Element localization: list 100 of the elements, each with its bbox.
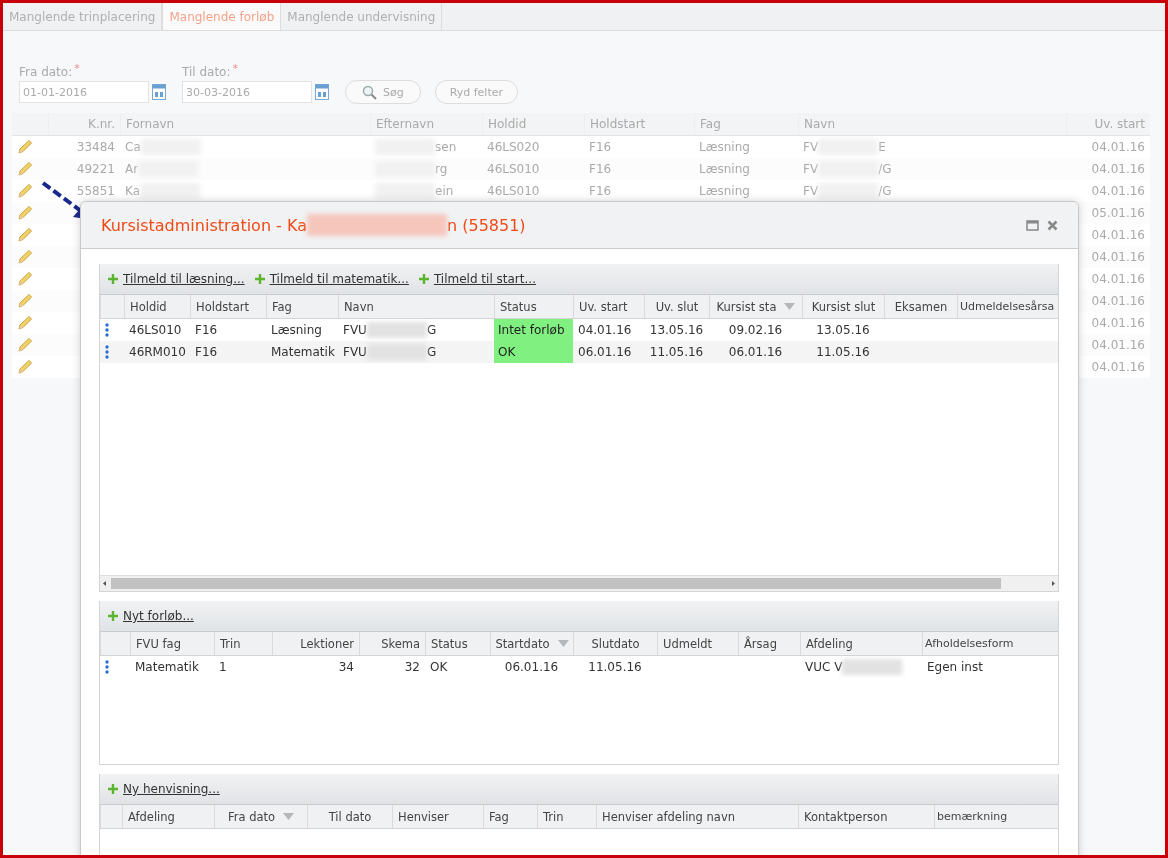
table-cell: sen [435, 140, 457, 154]
field-label: Til dato: [182, 65, 231, 79]
redacted-block [375, 183, 435, 199]
column-header[interactable]: Startdato [495, 636, 569, 651]
table-cell: F16 [589, 140, 612, 154]
column-header[interactable]: FVU fag [136, 636, 181, 651]
vertical-dots-icon[interactable] [105, 323, 109, 337]
table-cell: 49221 [76, 162, 115, 176]
table-cell: FV [803, 162, 819, 176]
table-cell: 33484 [76, 140, 115, 154]
table-cell: 04.01.16 [1091, 360, 1145, 374]
plus-icon [108, 611, 118, 621]
add-link[interactable]: Tilmeld til matematik... [254, 272, 409, 286]
table-cell: Ka [125, 184, 140, 198]
column-header[interactable]: Afholdelsesform [925, 637, 1014, 650]
table-cell: Læsning [271, 323, 322, 337]
table-cell: 46LS010 [487, 162, 540, 176]
maximize-icon[interactable] [1026, 219, 1039, 231]
redacted-block [818, 183, 879, 199]
column-header[interactable]: Uv. slut [655, 299, 699, 314]
pencil-icon[interactable] [17, 183, 33, 199]
add-link[interactable]: Tilmeld til læsning... [108, 272, 245, 286]
pencil-icon[interactable] [17, 205, 33, 221]
redacted-block [366, 322, 427, 338]
table-cell: 11.05.16 [649, 345, 704, 359]
pencil-icon[interactable] [17, 249, 33, 265]
status-cell: Intet forløb [494, 319, 573, 341]
table-cell: G [426, 345, 437, 359]
column-header[interactable]: Fag [489, 809, 509, 824]
calendar-icon[interactable] [152, 84, 166, 100]
column-header[interactable]: Kursist sta [716, 299, 796, 314]
horizontal-scrollbar[interactable] [100, 575, 1058, 591]
column-header[interactable]: Henviser [398, 809, 449, 824]
plus-icon [418, 274, 429, 284]
pencil-icon[interactable] [17, 293, 33, 309]
column-header[interactable]: Status [500, 299, 537, 314]
table-cell: Egen inst [927, 660, 983, 674]
table-cell: E [878, 140, 886, 154]
vertical-dots-icon[interactable] [105, 660, 109, 674]
add-link[interactable]: Ny henvisning... [108, 782, 220, 796]
column-header[interactable]: bemærkning [937, 810, 1008, 823]
pencil-icon[interactable] [17, 315, 33, 331]
add-link[interactable]: Tilmeld til start... [418, 272, 536, 286]
table-cell: 04.01.16 [1091, 272, 1145, 286]
column-header[interactable]: Holdid [130, 299, 167, 314]
column-header[interactable]: Henviser afdeling navn [602, 809, 735, 824]
vertical-dots-icon[interactable] [105, 345, 109, 359]
column-header[interactable]: Afdeling [128, 809, 175, 824]
table-cell: FVU [343, 323, 367, 337]
column-header[interactable]: Kursist slut [811, 299, 876, 314]
table-cell: 04.01.16 [1091, 338, 1145, 352]
table-cell: Læsning [699, 140, 750, 154]
column-header[interactable]: Trin [543, 809, 564, 824]
table-cell: 13.05.16 [649, 323, 704, 337]
pencil-icon[interactable] [17, 227, 33, 243]
pencil-icon[interactable] [17, 139, 33, 155]
column-header[interactable]: Skema [381, 636, 420, 651]
column-header[interactable]: Fra dato [227, 809, 295, 824]
table-cell: F16 [589, 162, 612, 176]
calendar-icon[interactable] [315, 84, 329, 100]
close-icon[interactable] [1047, 219, 1058, 231]
column-header[interactable]: Udmeldelsesårsa [960, 300, 1055, 313]
column-header[interactable]: Afdeling [806, 636, 853, 651]
column-header[interactable]: Udmeldt [663, 636, 712, 651]
column-header[interactable]: Eksamen [894, 299, 948, 314]
column-header[interactable]: Uv. start [579, 299, 628, 314]
table-cell: 05.01.16 [1091, 206, 1145, 220]
redacted-block [842, 659, 903, 675]
pencil-icon[interactable] [17, 161, 33, 177]
column-header[interactable]: Årsag [744, 636, 777, 651]
table-cell: 11.05.16 [588, 660, 642, 674]
column-header[interactable]: Slutdato [591, 636, 640, 651]
table-cell: OK [430, 660, 448, 674]
field-label: Fra dato: [19, 65, 73, 79]
add-link[interactable]: Nyt forløb... [108, 609, 194, 623]
table-cell: rg [435, 162, 448, 176]
column-header[interactable]: Holdstart [196, 299, 249, 314]
sort-arrow-icon [283, 813, 295, 820]
column-header[interactable]: Trin [220, 636, 241, 651]
table-cell: ein [435, 184, 454, 198]
search-icon [362, 84, 377, 100]
table-cell: 06.01.16 [504, 660, 559, 674]
table-cell: 46LS020 [487, 140, 540, 154]
column-header[interactable]: Status [431, 636, 468, 651]
column-header[interactable]: Fag [272, 299, 292, 314]
table-cell: FVU [343, 345, 367, 359]
column-header[interactable]: Kontaktperson [804, 809, 888, 824]
scrollbar-thumb[interactable] [111, 578, 1001, 589]
required-mark: * [232, 62, 238, 75]
column-header[interactable]: Navn [344, 299, 374, 314]
pencil-icon[interactable] [17, 271, 33, 287]
pencil-icon[interactable] [17, 337, 33, 353]
table-cell: 04.01.16 [1091, 184, 1145, 198]
column-header[interactable]: Til dato [328, 809, 372, 824]
column-header[interactable]: Lektioner [300, 636, 354, 651]
plus-icon [108, 274, 118, 284]
table-cell: FV [803, 184, 819, 198]
table-cell: 04.01.16 [1091, 140, 1145, 154]
table-cell: 46LS010 [487, 184, 540, 198]
pencil-icon[interactable] [17, 359, 33, 375]
